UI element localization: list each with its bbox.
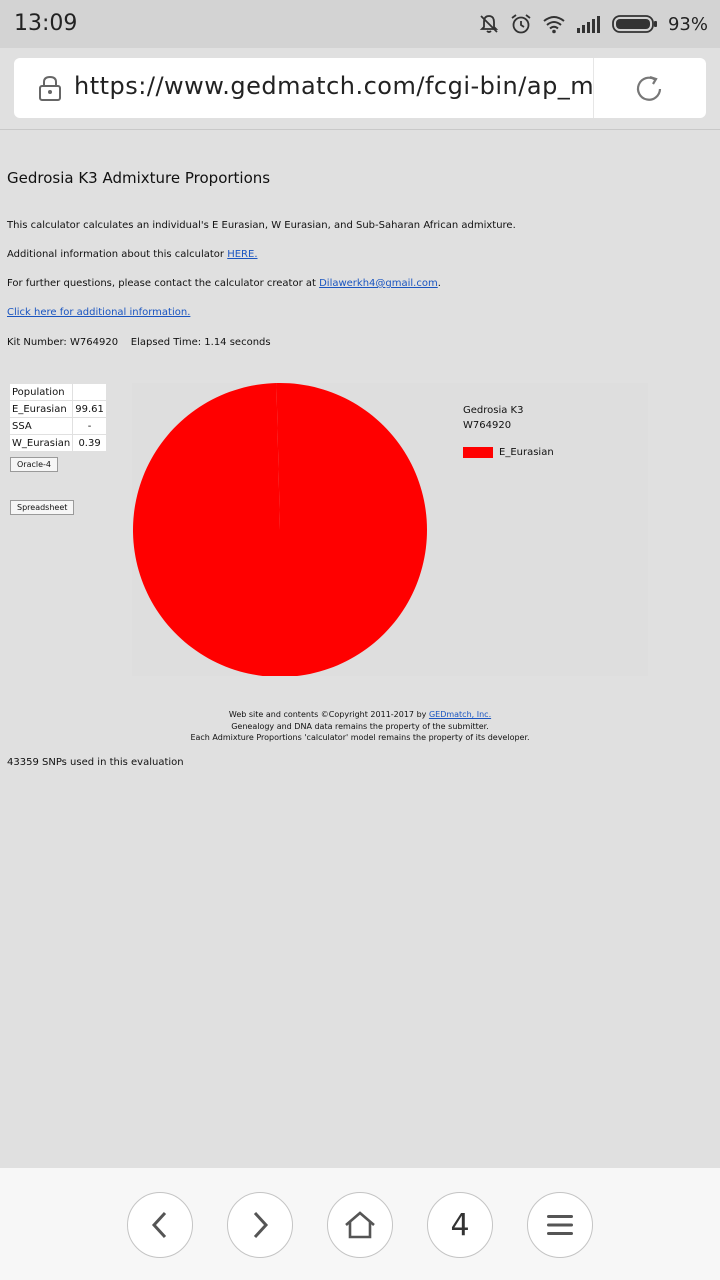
contact-prefix: For further questions, please contact th… bbox=[7, 278, 316, 289]
pie-chart: Gedrosia K3 W764920 E_Eurasian bbox=[132, 383, 648, 676]
status-time: 13:09 bbox=[14, 11, 78, 36]
contact-suffix: . bbox=[437, 278, 441, 289]
legend-title: Gedrosia K3 W764920 bbox=[463, 403, 523, 433]
population-header-value bbox=[72, 383, 107, 401]
footer-copyright-text: Web site and contents ©Copyright 2011-20… bbox=[228, 710, 427, 719]
tabs-icon: 4 bbox=[450, 1207, 470, 1243]
table-row: SSA - bbox=[8, 417, 107, 435]
here-link[interactable]: HERE. bbox=[227, 249, 257, 260]
back-icon bbox=[151, 1211, 167, 1239]
alarm-icon bbox=[511, 14, 531, 34]
contact-line: For further questions, please contact th… bbox=[7, 278, 441, 289]
description-text: This calculator calculates an individual… bbox=[7, 220, 516, 231]
address-bar[interactable]: https://www.gedmatch.com/fcgi-bin/ap_mi bbox=[14, 58, 706, 118]
battery-icon bbox=[612, 15, 657, 33]
contact-email-link[interactable]: Dilawerkh4@gmail.com bbox=[319, 278, 438, 289]
legend-swatch bbox=[463, 447, 493, 458]
elapsed-time: 1.14 seconds bbox=[204, 337, 271, 348]
home-button[interactable] bbox=[327, 1192, 393, 1258]
signal-icon bbox=[576, 16, 600, 33]
table-row: E_Eurasian 99.61 bbox=[8, 400, 107, 418]
population-name: W_Eurasian bbox=[8, 434, 74, 452]
back-button[interactable] bbox=[127, 1192, 193, 1258]
footer-line-3: Each Admixture Proportions 'calculator' … bbox=[190, 733, 530, 742]
menu-icon bbox=[547, 1215, 573, 1235]
elapsed-label: Elapsed Time: bbox=[130, 337, 202, 348]
footer-copyright: Web site and contents ©Copyright 2011-20… bbox=[0, 709, 720, 721]
chart-subtitle: W764920 bbox=[463, 420, 512, 431]
mute-bell-icon bbox=[479, 15, 499, 33]
population-value: 99.61 bbox=[72, 400, 107, 418]
spreadsheet-button[interactable]: Spreadsheet bbox=[10, 500, 75, 515]
bottom-navigation: 4 bbox=[0, 1168, 720, 1280]
pie-svg bbox=[133, 383, 427, 676]
population-name: E_Eurasian bbox=[8, 400, 74, 418]
status-icons: 93% bbox=[478, 10, 708, 38]
reload-icon[interactable] bbox=[634, 74, 664, 104]
url-divider bbox=[593, 58, 594, 118]
table-header-row: Population bbox=[8, 383, 107, 401]
population-name: SSA bbox=[8, 417, 74, 435]
kit-label: Kit Number: bbox=[7, 337, 67, 348]
additional-info-line: Additional information about this calcul… bbox=[7, 249, 258, 260]
forward-button[interactable] bbox=[227, 1192, 293, 1258]
kit-number: W764920 bbox=[70, 337, 119, 348]
tabs-button[interactable]: 4 bbox=[427, 1192, 493, 1258]
home-icon bbox=[345, 1211, 375, 1239]
oracle-button[interactable]: Oracle-4 bbox=[10, 457, 59, 472]
page-title: Gedrosia K3 Admixture Proportions bbox=[7, 169, 271, 187]
legend-item: E_Eurasian bbox=[463, 447, 554, 458]
kit-info: Kit Number: W764920 Elapsed Time: 1.14 s… bbox=[7, 337, 271, 348]
footer-line-2: Genealogy and DNA data remains the prope… bbox=[231, 721, 489, 731]
population-header: Population bbox=[8, 383, 74, 401]
click-here-line: Click here for additional information. bbox=[7, 307, 190, 318]
population-table: Population E_Eurasian 99.61 SSA - W_Eura… bbox=[8, 383, 107, 452]
battery-percentage: 93% bbox=[667, 13, 708, 35]
gedmatch-link[interactable]: GEDmatch, Inc. bbox=[429, 710, 491, 719]
chart-title: Gedrosia K3 bbox=[463, 405, 524, 416]
additional-info-link[interactable]: Click here for additional information. bbox=[7, 307, 190, 318]
population-value: 0.39 bbox=[72, 434, 107, 452]
url-text[interactable]: https://www.gedmatch.com/fcgi-bin/ap_mi bbox=[74, 72, 592, 100]
wifi-icon bbox=[543, 16, 565, 34]
status-bar: 13:09 93% bbox=[0, 0, 720, 48]
snps-text: 43359 SNPs used in this evaluation bbox=[7, 757, 184, 768]
lock-icon[interactable] bbox=[38, 75, 62, 101]
page-content: Gedrosia K3 Admixture Proportions This c… bbox=[0, 131, 720, 1168]
table-row: W_Eurasian 0.39 bbox=[8, 434, 107, 452]
legend-label: E_Eurasian bbox=[499, 447, 554, 458]
menu-button[interactable] bbox=[527, 1192, 593, 1258]
additional-info-prefix: Additional information about this calcul… bbox=[7, 249, 225, 260]
browser-toolbar: https://www.gedmatch.com/fcgi-bin/ap_mi bbox=[0, 48, 720, 130]
forward-icon bbox=[253, 1211, 269, 1239]
footer: Web site and contents ©Copyright 2011-20… bbox=[0, 709, 720, 744]
population-value: - bbox=[72, 417, 107, 435]
